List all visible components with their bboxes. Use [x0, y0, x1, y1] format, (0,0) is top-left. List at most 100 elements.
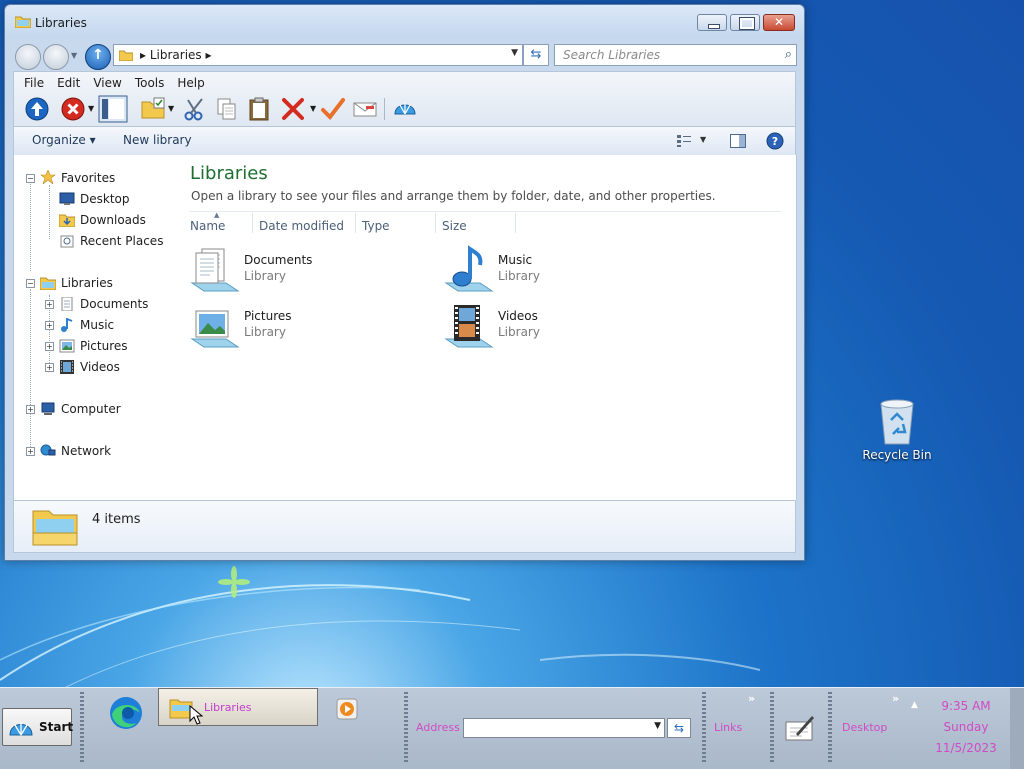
links-toolbar-label[interactable]: Links — [714, 721, 742, 734]
tree-item-documents[interactable]: Documents — [80, 297, 148, 311]
wallpaper-swoosh — [0, 566, 761, 690]
folder-options-icon[interactable] — [140, 96, 166, 122]
tree-item-music[interactable]: Music — [80, 318, 114, 332]
notepad-pen-icon[interactable] — [784, 712, 816, 742]
tree-item-desktop[interactable]: Desktop — [80, 192, 130, 206]
column-header-type[interactable]: Type — [362, 219, 390, 233]
column-separator[interactable] — [355, 213, 356, 233]
library-name: Pictures — [244, 309, 292, 323]
address-bar[interactable]: ▸ Libraries ▸ ▼ — [113, 44, 523, 66]
column-header-date-modified[interactable]: Date modified — [259, 219, 344, 233]
desktop-overflow-chevron[interactable]: » — [892, 692, 899, 705]
taskbar-button-libraries[interactable]: Libraries — [158, 688, 318, 726]
recent-pages-dropdown[interactable]: ▼ — [71, 51, 77, 60]
show-hidden-icons-arrow[interactable]: ▲ — [911, 700, 918, 710]
tree-item-downloads[interactable]: Downloads — [80, 213, 146, 227]
title-bar[interactable]: Libraries ✕ — [5, 5, 804, 39]
expand-music-toggle[interactable]: + — [45, 321, 54, 330]
chevron-down-icon[interactable]: ▼ — [511, 48, 518, 58]
tree-item-videos[interactable]: Videos — [80, 360, 120, 374]
taskbar-address-go-button[interactable]: ⇆ — [667, 718, 691, 738]
stop-icon[interactable] — [60, 96, 86, 122]
column-header-size[interactable]: Size — [442, 219, 467, 233]
copy-icon[interactable] — [214, 96, 240, 122]
chevron-down-icon[interactable]: ▼ — [88, 104, 94, 113]
library-item-documents[interactable]: Documents Library — [190, 245, 430, 295]
expand-documents-toggle[interactable]: + — [45, 300, 54, 309]
menu-view[interactable]: View — [93, 76, 121, 90]
delete-icon[interactable] — [280, 96, 306, 122]
menu-file[interactable]: File — [24, 76, 44, 90]
column-separator[interactable] — [515, 213, 516, 233]
tree-item-favorites[interactable]: Favorites — [61, 171, 115, 185]
forward-button[interactable] — [43, 44, 69, 70]
cut-icon[interactable] — [182, 96, 208, 122]
search-icon[interactable]: ⌕ — [785, 47, 792, 62]
expand-network-toggle[interactable]: + — [26, 447, 35, 456]
library-item-pictures[interactable]: Pictures Library — [190, 301, 430, 351]
menu-tools[interactable]: Tools — [135, 76, 165, 90]
music-icon — [61, 318, 73, 332]
shell-icon[interactable] — [392, 96, 418, 122]
expand-pictures-toggle[interactable]: + — [45, 342, 54, 351]
column-separator[interactable] — [435, 213, 436, 233]
links-overflow-chevron[interactable]: » — [748, 692, 755, 705]
videos-library-icon — [444, 305, 494, 348]
svg-text:?: ? — [772, 135, 778, 148]
taskbar-grip[interactable] — [828, 692, 832, 764]
organize-button[interactable]: Organize ▾ — [32, 133, 96, 147]
expand-videos-toggle[interactable]: + — [45, 363, 54, 372]
column-separator[interactable] — [252, 213, 253, 233]
library-item-videos[interactable]: Videos Library — [444, 301, 684, 351]
taskbar-grip[interactable] — [770, 692, 774, 764]
chevron-down-icon[interactable]: ▼ — [168, 104, 174, 113]
collapse-libraries-toggle[interactable]: − — [26, 279, 35, 288]
up-folder-icon[interactable] — [24, 96, 50, 122]
help-icon[interactable]: ? — [766, 132, 784, 150]
search-input[interactable]: Search Libraries ⌕ — [554, 44, 797, 66]
minimize-button[interactable] — [697, 14, 727, 31]
menu-edit[interactable]: Edit — [57, 76, 80, 90]
mouse-cursor-icon — [189, 705, 203, 725]
page-title: Libraries — [190, 163, 268, 184]
desktop-toolbar-label[interactable]: Desktop — [842, 721, 887, 734]
tree-item-pictures[interactable]: Pictures — [80, 339, 128, 353]
computer-icon — [41, 402, 55, 415]
back-button[interactable] — [15, 44, 41, 70]
media-player-icon[interactable] — [336, 698, 358, 720]
taskbar-grip[interactable] — [80, 692, 84, 764]
tree-item-libraries[interactable]: Libraries — [61, 276, 113, 290]
menu-help[interactable]: Help — [177, 76, 204, 90]
library-item-music[interactable]: Music Library — [444, 245, 684, 295]
up-button[interactable]: ↑ — [85, 44, 111, 70]
view-options-icon[interactable] — [676, 134, 692, 148]
taskbar-address-input[interactable]: ▼ — [463, 718, 665, 738]
address-toolbar-label: Address — [416, 721, 460, 734]
checkmark-icon[interactable] — [320, 96, 346, 122]
preview-pane-icon[interactable] — [98, 95, 128, 123]
preview-pane-toggle-icon[interactable] — [730, 134, 746, 148]
refresh-button[interactable]: ⇆ — [523, 44, 549, 66]
system-clock[interactable]: 9:35 AM Sunday 11/5/2023 — [930, 696, 1002, 759]
start-button[interactable]: Start — [2, 708, 73, 746]
breadcrumb[interactable]: ▸ Libraries ▸ — [140, 48, 212, 62]
taskbar-grip[interactable] — [702, 692, 706, 764]
chevron-down-icon[interactable]: ▼ — [654, 721, 661, 731]
maximize-button[interactable] — [730, 14, 760, 31]
tree-item-computer[interactable]: Computer — [61, 402, 121, 416]
tree-item-network[interactable]: Network — [61, 444, 111, 458]
show-desktop-button[interactable] — [1010, 688, 1024, 769]
desktop-icon-recycle-bin[interactable]: Recycle Bin — [856, 398, 938, 462]
column-header-name[interactable]: Name — [190, 219, 225, 233]
chevron-down-icon[interactable]: ▼ — [700, 135, 706, 144]
close-button[interactable]: ✕ — [763, 14, 795, 31]
tree-item-recent-places[interactable]: Recent Places — [80, 234, 163, 248]
email-icon[interactable] — [352, 96, 378, 122]
paste-icon[interactable] — [246, 96, 272, 122]
expand-computer-toggle[interactable]: + — [26, 405, 35, 414]
new-library-button[interactable]: New library — [123, 133, 192, 147]
chevron-down-icon[interactable]: ▼ — [310, 104, 316, 113]
taskbar-grip[interactable] — [404, 692, 408, 764]
edge-browser-icon[interactable] — [106, 693, 146, 733]
collapse-favorites-toggle[interactable]: − — [26, 174, 35, 183]
